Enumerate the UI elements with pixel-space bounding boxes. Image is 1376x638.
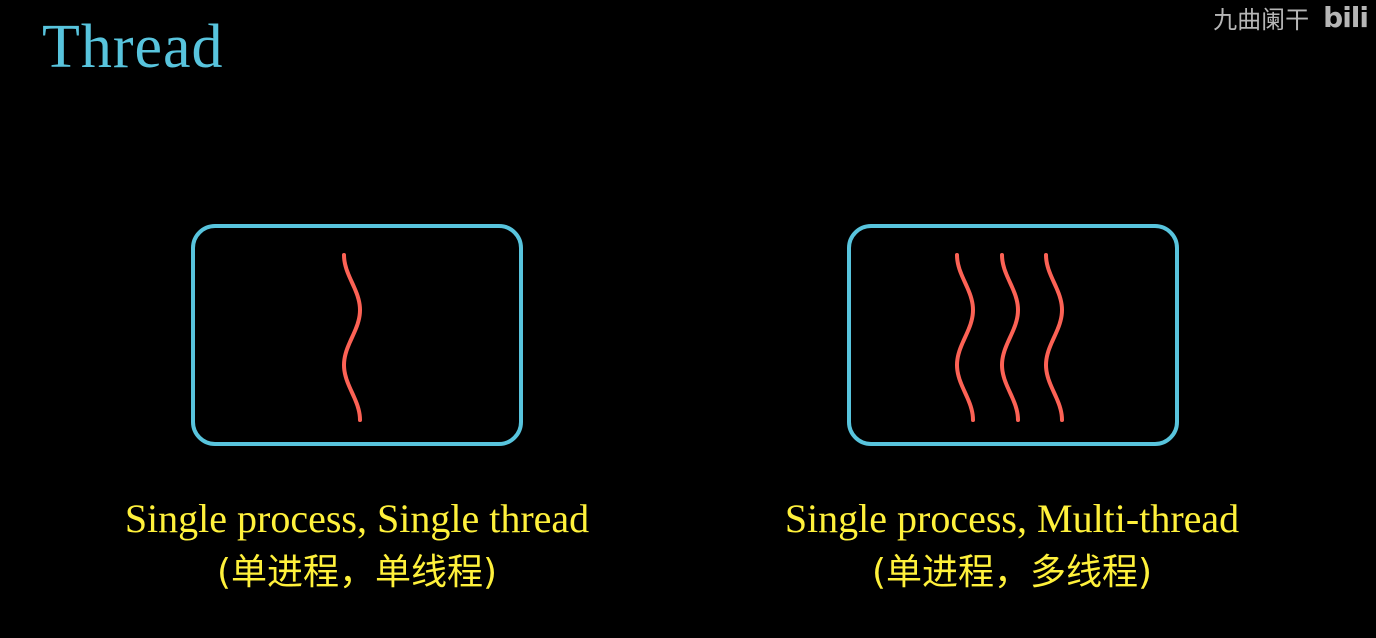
threads-single [341, 253, 363, 422]
caption-single-thread-cn: (单进程，单线程) [216, 552, 498, 593]
caption-single-thread: Single process, Single thread (单进程，单线程) [27, 492, 687, 600]
caption-single-thread-en: Single process, Single thread [124, 496, 590, 541]
thread-line [1043, 253, 1065, 422]
thread-line [341, 253, 363, 422]
thread-line [954, 253, 976, 422]
caption-multi-thread: Single process, Multi-thread (单进程，多线程) [682, 492, 1342, 600]
caption-multi-thread-cn: (单进程，多线程) [871, 552, 1153, 593]
thread-line [999, 253, 1021, 422]
caption-multi-thread-en: Single process, Multi-thread [784, 496, 1240, 541]
threads-multi [954, 253, 1065, 422]
